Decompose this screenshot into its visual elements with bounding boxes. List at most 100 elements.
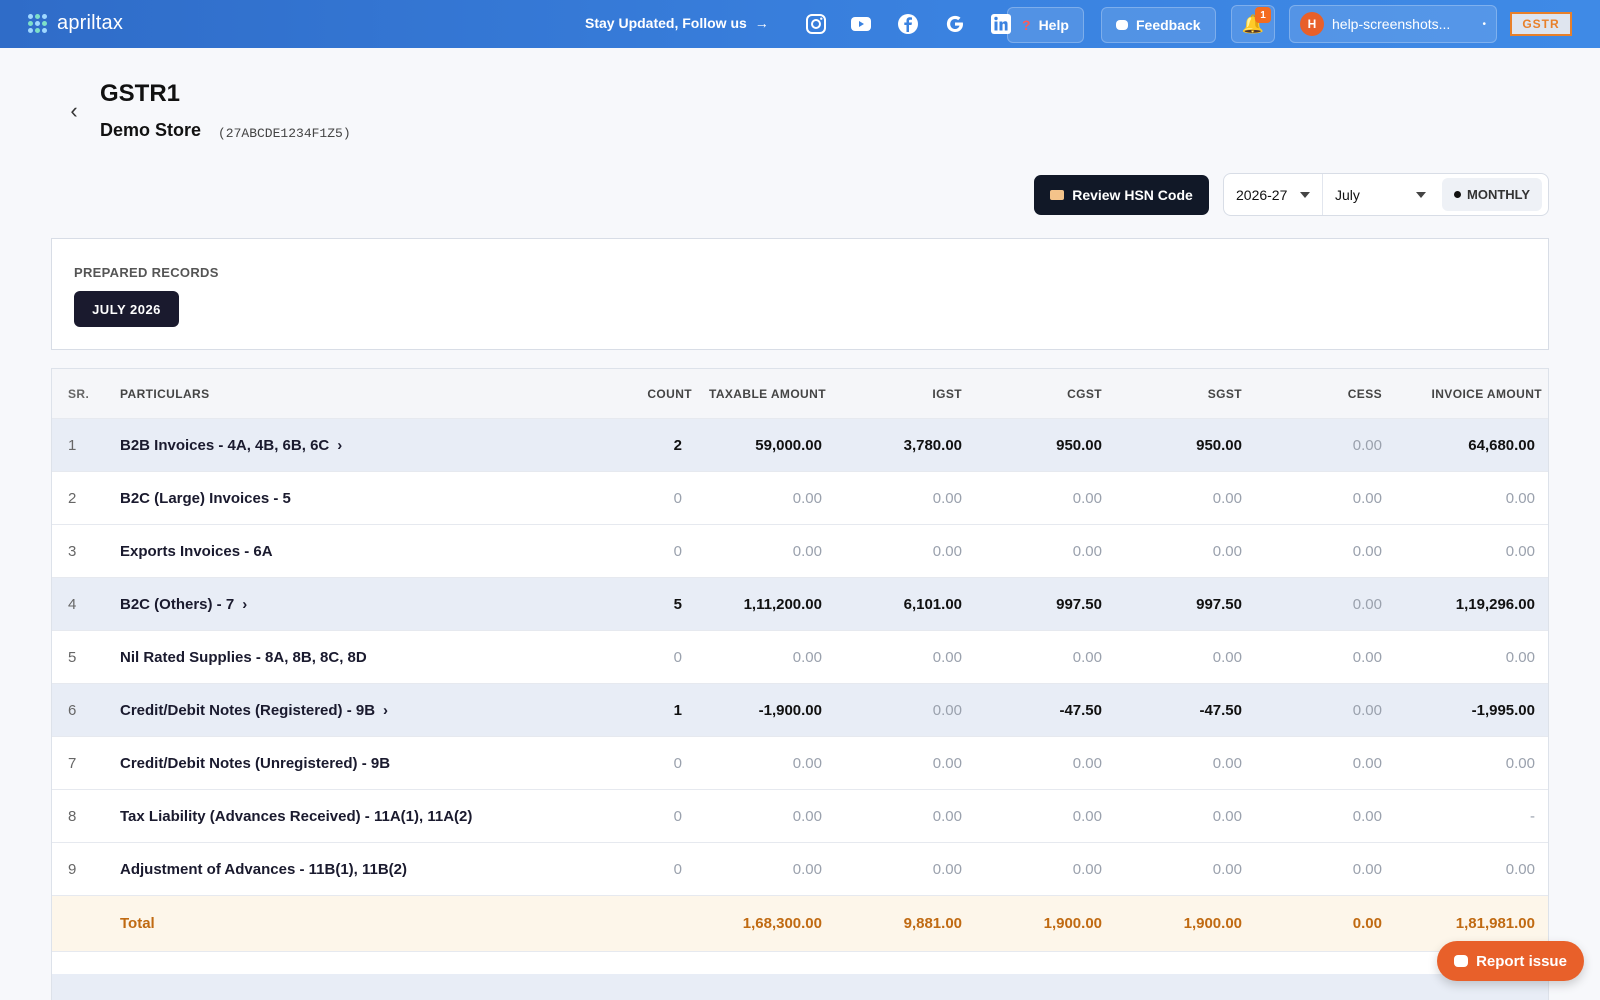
chevron-right-icon[interactable]: › [383, 702, 388, 719]
particulars-label: Nil Rated Supplies - 8A, 8B, 8C, 8D [120, 648, 367, 666]
cell-igst: 0.00 [932, 489, 962, 507]
review-hsn-code-button[interactable]: Review HSN Code [1034, 175, 1209, 215]
account-switcher[interactable]: H help-screenshots... • [1289, 5, 1497, 43]
cell-invoice: 64,680.00 [1468, 436, 1535, 454]
prepared-period-chip[interactable]: JULY 2026 [74, 291, 179, 327]
cell-particulars[interactable]: Credit/Debit Notes (Registered) - 9B › [120, 702, 388, 719]
cell-sr: 1 [68, 436, 77, 454]
back-chevron-icon[interactable]: ‹ [64, 98, 84, 124]
year-select[interactable]: 2026-27 [1224, 174, 1323, 215]
month-select[interactable]: July [1323, 174, 1438, 215]
table-spacer [52, 952, 1548, 974]
chevron-right-icon[interactable]: › [242, 596, 247, 613]
cell-particulars[interactable]: B2C (Others) - 7 › [120, 596, 247, 613]
help-button[interactable]: ? Help [1007, 7, 1084, 43]
cell-sgst: 0.00 [1212, 807, 1242, 825]
cell-invoice: 0.00 [1505, 542, 1535, 560]
cell-taxable: 0.00 [792, 860, 822, 878]
cell-cgst: 950.00 [1056, 436, 1102, 454]
notifications-button[interactable]: 🔔 1 [1231, 5, 1275, 43]
arrow-right-icon: → [754, 15, 769, 31]
table-row: 3 Exports Invoices - 6A 0 0.00 0.00 0.00 0.00 0… [52, 525, 1548, 578]
cell-cgst: 0.00 [1072, 807, 1102, 825]
brand-name: apriltax [57, 12, 124, 34]
cell-cess: 0.00 [1352, 648, 1382, 666]
cell-taxable: 59,000.00 [755, 436, 822, 454]
cell-count: 0 [673, 807, 682, 825]
cell-cess: 0.00 [1352, 542, 1382, 560]
header-count: COUNT [647, 386, 692, 401]
chevron-right-icon[interactable]: › [337, 437, 342, 454]
cell-cgst: 997.50 [1056, 595, 1102, 613]
report-issue-button[interactable]: Report issue [1437, 941, 1584, 981]
cell-sr: 8 [68, 807, 77, 825]
youtube-icon[interactable] [849, 12, 873, 36]
cell-igst: 0.00 [932, 701, 962, 719]
month-value: July [1335, 186, 1360, 203]
prepared-records-panel: PREPARED RECORDS JULY 2026 [51, 238, 1549, 350]
cell-invoice: 0.00 [1505, 754, 1535, 772]
google-icon[interactable] [943, 12, 967, 36]
table-row[interactable]: 4 B2C (Others) - 7 › 5 1,11,200.00 6,101.00 99… [52, 578, 1548, 631]
cell-igst: 0.00 [932, 807, 962, 825]
cell-count: 2 [673, 436, 682, 454]
cell-cgst: -47.50 [1059, 701, 1102, 719]
particulars-label: Credit/Debit Notes (Registered) - 9B [120, 701, 376, 719]
cell-particulars[interactable]: B2B Invoices - 4A, 4B, 6B, 6C › [120, 437, 342, 454]
total-cess: 0.00 [1352, 915, 1382, 932]
caret-down-icon [1416, 191, 1426, 198]
cell-cgst: 0.00 [1072, 860, 1102, 878]
instagram-icon[interactable] [804, 12, 828, 36]
table-row[interactable]: 1 B2B Invoices - 4A, 4B, 6B, 6C › 2 59,000.0… [52, 419, 1548, 472]
dropdown-dot-icon: • [1482, 18, 1486, 30]
cell-cess: 0.00 [1352, 754, 1382, 772]
tag-icon [1050, 190, 1065, 200]
header-taxable-amount: TAXABLE AMOUNT [709, 386, 826, 401]
particulars-label: B2C (Others) - 7 [120, 595, 235, 613]
header-particulars: PARTICULARS [120, 386, 210, 401]
table-row: 9 Adjustment of Advances - 11B(1), 11B(2)… [52, 843, 1548, 896]
header-cgst: CGST [1067, 386, 1102, 401]
cell-taxable: 0.00 [792, 489, 822, 507]
cell-sgst: 0.00 [1212, 754, 1242, 772]
notification-count-badge: 1 [1255, 7, 1271, 23]
feedback-button[interactable]: Feedback [1101, 7, 1216, 43]
follow-us-text: Stay Updated, Follow us → [585, 15, 769, 31]
total-sgst: 1,900.00 [1183, 915, 1242, 932]
cell-sgst: 0.00 [1212, 860, 1242, 878]
cell-sgst: -47.50 [1199, 701, 1242, 719]
table-row[interactable]: 6 Credit/Debit Notes (Registered) - 9B › 1 -… [52, 684, 1548, 737]
facebook-icon[interactable] [896, 12, 920, 36]
brand-logo[interactable]: apriltax [28, 12, 123, 35]
table-row-cut-off [52, 974, 1548, 1000]
cell-invoice: 1,19,296.00 [1455, 595, 1535, 613]
account-name: help-screenshots... [1332, 16, 1451, 32]
cell-sr: 3 [68, 542, 77, 560]
cell-particulars: Adjustment of Advances - 11B(1), 11B(2) [120, 861, 407, 878]
cell-taxable: 0.00 [792, 648, 822, 666]
gstin: (27ABCDE1234F1Z5) [218, 126, 351, 141]
year-value: 2026-27 [1236, 186, 1288, 203]
cell-igst: 6,101.00 [903, 595, 962, 613]
cell-sgst: 997.50 [1196, 595, 1242, 613]
total-invoice: 1,81,981.00 [1455, 915, 1535, 932]
cell-count: 1 [673, 701, 682, 719]
cell-cgst: 0.00 [1072, 489, 1102, 507]
cell-particulars: B2C (Large) Invoices - 5 [120, 490, 291, 507]
particulars-label: Tax Liability (Advances Received) - 11A(… [120, 807, 473, 825]
period-filter: 2026-27 July MONTHLY [1223, 173, 1549, 216]
caret-down-icon [1300, 191, 1310, 198]
gstr1-summary-table: SR. PARTICULARS COUNT TAXABLE AMOUNT IGS… [51, 368, 1549, 1000]
particulars-label: B2C (Large) Invoices - 5 [120, 489, 291, 507]
table-row: 7 Credit/Debit Notes (Unregistered) - 9B 0… [52, 737, 1548, 790]
particulars-label: Exports Invoices - 6A [120, 542, 273, 560]
total-cgst: 1,900.00 [1043, 915, 1102, 932]
cell-igst: 3,780.00 [903, 436, 962, 454]
cell-sgst: 0.00 [1212, 489, 1242, 507]
total-label: Total [120, 915, 155, 932]
particulars-label: Adjustment of Advances - 11B(1), 11B(2) [120, 860, 408, 878]
avatar: H [1300, 12, 1324, 36]
total-igst: 9,881.00 [903, 915, 962, 932]
monthly-toggle[interactable]: MONTHLY [1442, 178, 1543, 211]
cell-count: 5 [673, 595, 682, 613]
